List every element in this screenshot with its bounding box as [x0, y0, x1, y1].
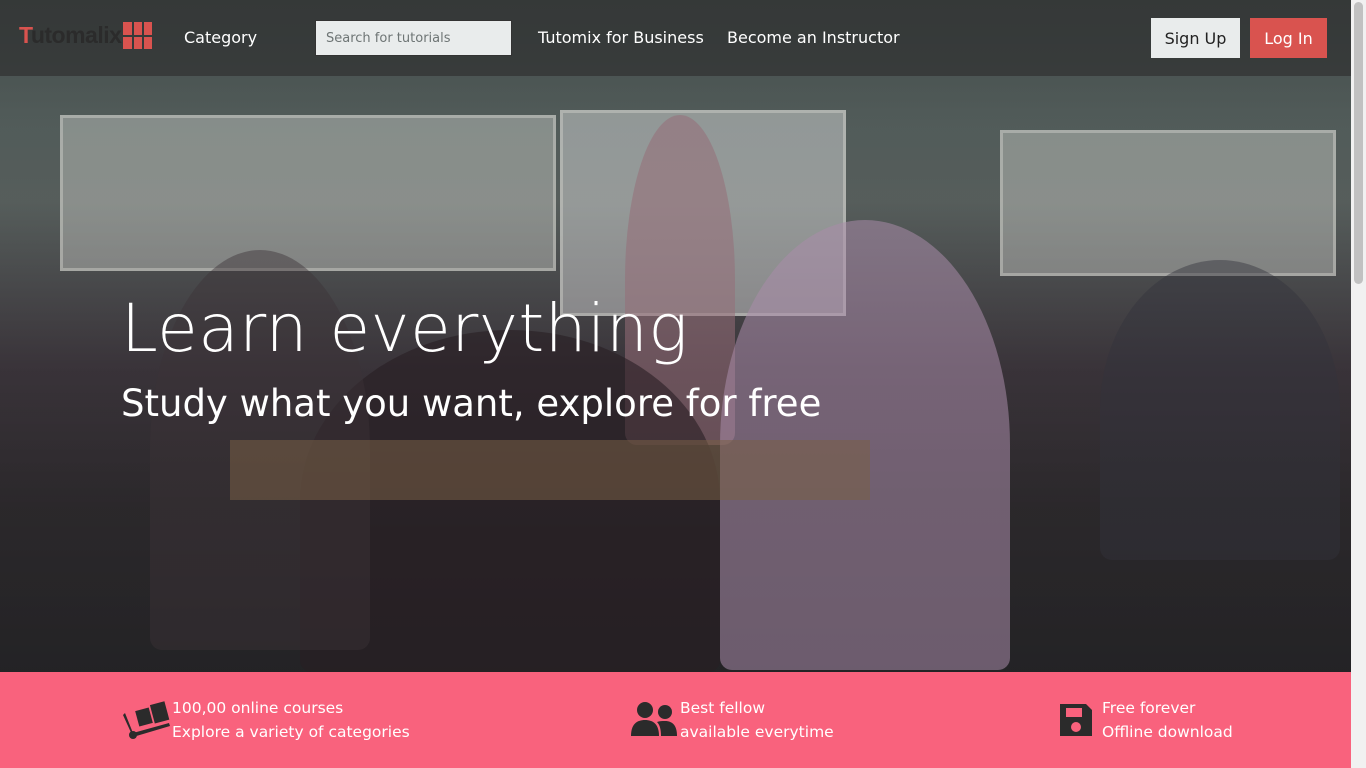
feature-courses: 100,00 online courses Explore a variety … [120, 696, 410, 744]
feature-free-line1: Free forever [1102, 699, 1196, 717]
feature-courses-line2: Explore a variety of categories [172, 723, 410, 741]
brand-logo[interactable]: Tutomalix [19, 22, 153, 49]
whiteboard-right [1000, 130, 1336, 276]
feature-courses-text: 100,00 online courses Explore a variety … [172, 696, 410, 744]
feature-fellow-line2: available everytime [680, 723, 834, 741]
whiteboard-left [60, 115, 556, 271]
sign-up-button[interactable]: Sign Up [1151, 18, 1240, 58]
feature-fellow-text: Best fellow available everytime [680, 696, 834, 744]
feature-free-text: Free forever Offline download [1102, 696, 1233, 744]
desk [230, 440, 870, 500]
dolly-boxes-icon [120, 696, 172, 744]
scrollbar-thumb[interactable] [1354, 2, 1363, 284]
feature-free: Free forever Offline download [1050, 696, 1233, 744]
nav-category[interactable]: Category [184, 28, 257, 47]
logo-text: Tutomalix [19, 22, 122, 48]
page-scrollbar[interactable] [1351, 0, 1366, 768]
feature-fellow: Best fellow available everytime [628, 696, 834, 744]
floppy-disk-icon [1050, 696, 1102, 744]
log-in-button[interactable]: Log In [1250, 18, 1327, 58]
students-right [1100, 260, 1340, 560]
hero-subtitle: Study what you want, explore for free [121, 382, 822, 425]
users-icon [628, 696, 680, 744]
nav-business[interactable]: Tutomix for Business [538, 28, 704, 47]
features-band: 100,00 online courses Explore a variety … [0, 672, 1351, 768]
top-navbar: Tutomalix Category Tutomix for Business … [0, 0, 1351, 76]
search-input[interactable] [315, 20, 512, 56]
nav-become-instructor[interactable]: Become an Instructor [727, 28, 900, 47]
feature-free-line2: Offline download [1102, 723, 1233, 741]
feature-courses-line1: 100,00 online courses [172, 699, 344, 717]
hero-title: Learn everything [121, 290, 689, 367]
feature-fellow-line1: Best fellow [680, 699, 766, 717]
logo-grid-icon [123, 22, 153, 49]
